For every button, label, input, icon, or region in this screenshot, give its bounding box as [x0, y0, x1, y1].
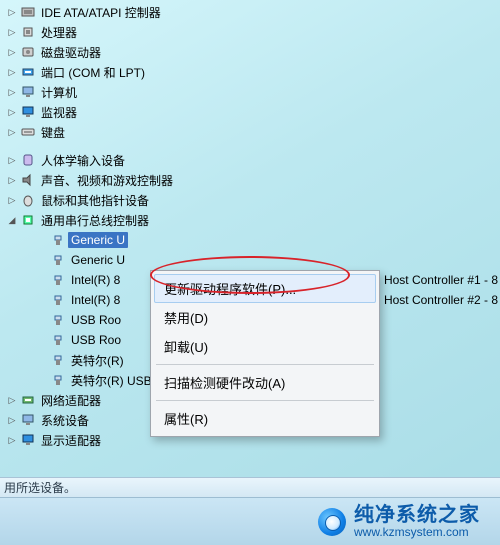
tree-label: Generic U — [68, 252, 128, 268]
tree-label: 网络适配器 — [38, 391, 104, 410]
tree-label-tail: Host Controller #2 - 8 — [381, 292, 498, 308]
usb-icon — [50, 372, 66, 388]
tree-label: Intel(R) 8 — [68, 272, 123, 288]
expander-icon[interactable]: ▷ — [6, 126, 18, 138]
port-icon — [20, 64, 36, 80]
tree-label: IDE ATA/ATAPI 控制器 — [38, 3, 164, 22]
usb-icon — [50, 312, 66, 328]
expander-icon[interactable]: ▷ — [6, 26, 18, 38]
tree-label: 磁盘驱动器 — [38, 43, 104, 62]
tree-label: 人体学输入设备 — [38, 151, 128, 170]
tree-label-selected: Generic U — [68, 232, 128, 248]
tree-label: 键盘 — [38, 123, 68, 142]
watermark-logo-icon — [318, 508, 346, 536]
tree-node-usb-device[interactable]: ▷ Generic U — [2, 230, 498, 250]
tree-node-usb-controllers[interactable]: ◢ 通用串行总线控制器 — [2, 210, 498, 230]
expander-icon[interactable]: ▷ — [6, 66, 18, 78]
menu-disable[interactable]: 禁用(D) — [154, 303, 376, 332]
tree-label-tail: Host Controller #1 - 8 — [381, 272, 498, 288]
display-icon — [20, 432, 36, 448]
menu-uninstall[interactable]: 卸载(U) — [154, 332, 376, 361]
mouse-icon — [20, 192, 36, 208]
menu-scan-hardware[interactable]: 扫描检测硬件改动(A) — [154, 368, 376, 397]
tree-node-computer[interactable]: ▷ 计算机 — [2, 82, 498, 102]
expander-icon[interactable]: ▷ — [6, 46, 18, 58]
hid-icon — [20, 152, 36, 168]
tree-label: Intel(R) 8 — [68, 292, 123, 308]
usb-icon — [50, 232, 66, 248]
usb-controller-icon — [20, 212, 36, 228]
tree-label: 显示适配器 — [38, 431, 104, 450]
tree-label: 系统设备 — [38, 411, 92, 430]
status-text: 用所选设备。 — [4, 479, 76, 496]
menu-properties[interactable]: 属性(R) — [154, 404, 376, 433]
usb-icon — [50, 292, 66, 308]
sound-icon — [20, 172, 36, 188]
expander-icon[interactable]: ▷ — [6, 414, 18, 426]
menu-update-driver[interactable]: 更新驱动程序软件(P)... — [154, 274, 376, 303]
watermark-url: www.kzmsystem.com — [354, 526, 480, 539]
tree-label: 计算机 — [38, 83, 80, 102]
menu-separator — [156, 364, 374, 365]
tree-node-cpu[interactable]: ▷ 处理器 — [2, 22, 498, 42]
tree-label: 鼠标和其他指针设备 — [38, 191, 152, 210]
tree-label: 处理器 — [38, 23, 80, 42]
expander-icon[interactable]: ▷ — [6, 174, 18, 186]
usb-icon — [50, 252, 66, 268]
expander-icon[interactable]: ▷ — [6, 106, 18, 118]
tree-label: 端口 (COM 和 LPT) — [38, 63, 148, 82]
context-menu[interactable]: 更新驱动程序软件(P)... 禁用(D) 卸载(U) 扫描检测硬件改动(A) 属… — [150, 270, 380, 437]
tree-node-keyboard[interactable]: ▷ 键盘 — [2, 122, 498, 142]
ide-controller-icon — [20, 4, 36, 20]
expander-icon[interactable]: ▷ — [6, 6, 18, 18]
tree-label: 监视器 — [38, 103, 80, 122]
tree-node-usb-device[interactable]: ▷ Generic U — [2, 250, 498, 270]
tree-label: 通用串行总线控制器 — [38, 211, 152, 230]
network-icon — [20, 392, 36, 408]
tree-node-ide[interactable]: ▷ IDE ATA/ATAPI 控制器 — [2, 2, 498, 22]
tree-label: 英特尔(R) — [68, 351, 127, 370]
expander-icon[interactable]: ▷ — [6, 394, 18, 406]
status-bar: 用所选设备。 — [0, 477, 500, 497]
tree-node-mouse[interactable]: ▷ 鼠标和其他指针设备 — [2, 190, 498, 210]
expander-icon-open[interactable]: ◢ — [6, 214, 18, 226]
tree-node-hid[interactable]: ▷ 人体学输入设备 — [2, 150, 498, 170]
tree-node-disk[interactable]: ▷ 磁盘驱动器 — [2, 42, 498, 62]
expander-icon[interactable]: ▷ — [6, 194, 18, 206]
watermark-footer: 纯净系统之家 www.kzmsystem.com — [0, 497, 500, 545]
usb-icon — [50, 272, 66, 288]
computer-icon — [20, 84, 36, 100]
keyboard-icon — [20, 124, 36, 140]
tree-label: USB Roo — [68, 312, 124, 328]
cpu-icon — [20, 24, 36, 40]
tree-node-monitor[interactable]: ▷ 监视器 — [2, 102, 498, 122]
expander-icon[interactable]: ▷ — [6, 154, 18, 166]
monitor-icon — [20, 104, 36, 120]
system-icon — [20, 412, 36, 428]
menu-separator — [156, 400, 374, 401]
disk-icon — [20, 44, 36, 60]
tree-label: 声音、视频和游戏控制器 — [38, 171, 176, 190]
tree-spacer — [2, 142, 498, 150]
watermark-brand: 纯净系统之家 — [354, 504, 480, 526]
tree-node-ports[interactable]: ▷ 端口 (COM 和 LPT) — [2, 62, 498, 82]
tree-node-sound[interactable]: ▷ 声音、视频和游戏控制器 — [2, 170, 498, 190]
usb-icon — [50, 332, 66, 348]
usb-icon — [50, 352, 66, 368]
expander-icon[interactable]: ▷ — [6, 86, 18, 98]
expander-icon[interactable]: ▷ — [6, 434, 18, 446]
tree-label: USB Roo — [68, 332, 124, 348]
